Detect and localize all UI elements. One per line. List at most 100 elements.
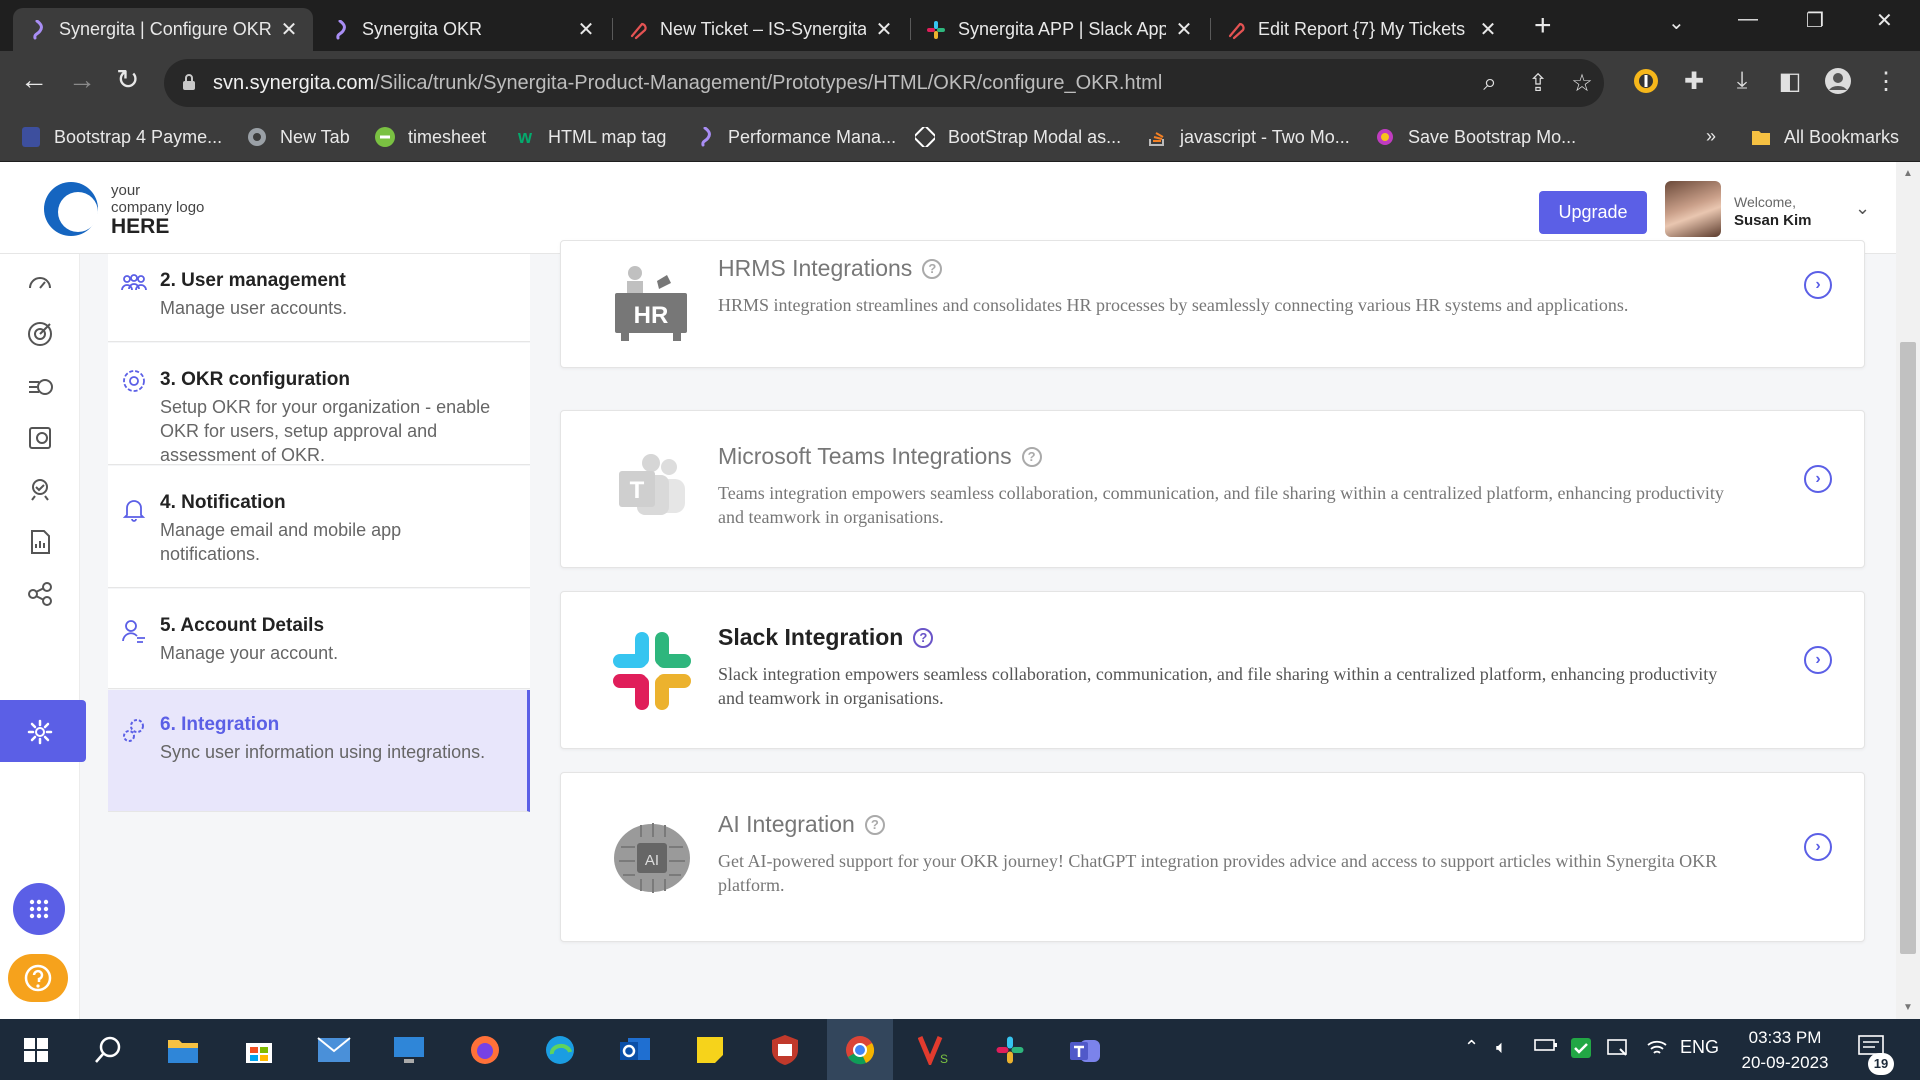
tab-search-icon[interactable]: ⌄ <box>1668 10 1685 35</box>
svg-text:S: S <box>940 1052 948 1065</box>
scroll-down-icon[interactable]: ▼ <box>1903 1002 1913 1013</box>
reports-icon[interactable] <box>24 526 56 558</box>
goals-icon[interactable] <box>24 422 56 454</box>
browser-tab[interactable]: New Ticket – IS-Synergita ✕ <box>614 8 908 51</box>
browser-tab[interactable]: Synergita APP | Slack App ✕ <box>912 8 1208 51</box>
microsoft-store-icon[interactable] <box>239 1030 279 1070</box>
search-icon[interactable] <box>88 1030 128 1070</box>
bookmark-item[interactable]: Bootstrap 4 Payme... <box>20 126 222 148</box>
alignment-icon[interactable] <box>24 578 56 610</box>
hrms-logo-text: HR <box>634 302 669 329</box>
integration-title: Microsoft Teams Integrations? <box>718 443 1042 470</box>
remote-desktop-icon[interactable] <box>389 1030 429 1070</box>
bookmark-item[interactable]: Save Bootstrap Mo... <box>1374 126 1576 148</box>
bookmark-item[interactable]: timesheet <box>374 126 486 148</box>
bookmark-item[interactable]: w HTML map tag <box>514 126 666 148</box>
help-button[interactable] <box>8 954 68 1002</box>
settings-icon[interactable] <box>24 716 56 748</box>
outlook-icon[interactable] <box>615 1030 655 1070</box>
system-clock[interactable]: 03:33 PM 20-09-2023 <box>1730 1025 1840 1075</box>
chevron-down-icon[interactable]: ⌄ <box>1855 198 1870 219</box>
scrollbar-thumb[interactable] <box>1900 342 1916 954</box>
menu-item-account-details[interactable]: 5. Account Details Manage your account. <box>108 589 530 689</box>
menu-item-okr-configuration[interactable]: 3. OKR configuration Setup OKR for your … <box>108 343 530 465</box>
slack-icon[interactable] <box>990 1030 1030 1070</box>
all-bookmarks[interactable]: All Bookmarks <box>1750 126 1899 148</box>
bookmark-item[interactable]: javascript - Two Mo... <box>1146 126 1350 148</box>
battery-icon[interactable] <box>1534 1037 1558 1058</box>
extension-icon[interactable] <box>1632 67 1660 95</box>
windows-start-icon[interactable] <box>16 1030 56 1070</box>
bookmark-item[interactable]: New Tab <box>246 126 350 148</box>
performance-icon[interactable] <box>24 370 56 402</box>
bookmark-star-icon[interactable]: ☆ <box>1568 69 1596 97</box>
download-icon[interactable]: ⤓ <box>1728 67 1756 95</box>
browser-tab[interactable]: Synergita | Configure OKR ✕ <box>13 8 313 51</box>
menu-item-user-management[interactable]: 2. User management Manage user accounts. <box>108 254 530 342</box>
new-tab-button[interactable]: + <box>1534 11 1552 41</box>
chevron-right-icon[interactable]: › <box>1804 271 1832 299</box>
close-icon[interactable]: ✕ <box>874 17 894 42</box>
help-question-icon[interactable]: ? <box>1021 446 1042 467</box>
close-icon[interactable]: ✕ <box>1174 17 1194 42</box>
chevron-up-icon[interactable]: ⌃ <box>1464 1037 1479 1058</box>
synergita-favicon-icon <box>694 126 716 148</box>
check-shield-icon[interactable] <box>1570 1037 1592 1064</box>
file-explorer-icon[interactable] <box>163 1030 203 1070</box>
help-question-icon[interactable]: ? <box>922 258 943 279</box>
help-question-icon[interactable]: ? <box>913 627 934 648</box>
dashboard-icon[interactable] <box>24 266 56 298</box>
browser-tab[interactable]: Edit Report {7} My Tickets ✕ <box>1212 8 1512 51</box>
page-scrollbar[interactable]: ▲ ▼ <box>1896 162 1920 1019</box>
integration-desc: Get AI-powered support for your OKR jour… <box>718 851 1718 895</box>
restore-button[interactable]: ❐ <box>1806 8 1824 33</box>
mail-icon[interactable] <box>314 1030 354 1070</box>
upgrade-button[interactable]: Upgrade <box>1539 191 1647 234</box>
close-icon[interactable]: ✕ <box>279 17 299 42</box>
more-bookmarks-icon[interactable]: » <box>1706 126 1716 147</box>
recognition-icon[interactable] <box>24 474 56 506</box>
close-icon[interactable]: ✕ <box>1478 17 1498 42</box>
sticky-notes-icon[interactable] <box>690 1030 730 1070</box>
ai-logo-text: AI <box>645 852 659 869</box>
company-logo-text: your company logo <box>111 182 205 216</box>
chrome-icon[interactable] <box>840 1030 880 1070</box>
edge-icon[interactable] <box>540 1030 580 1070</box>
zoom-icon[interactable]: ⌕ <box>1476 69 1504 97</box>
security-icon[interactable] <box>765 1030 805 1070</box>
profile-icon[interactable] <box>1824 67 1852 95</box>
reload-button[interactable]: ↻ <box>116 65 139 95</box>
address-bar[interactable]: svn.synergita.com/Silica/trunk/Synergita… <box>164 59 1604 107</box>
browser-tab[interactable]: Synergita OKR ✕ <box>316 8 610 51</box>
scroll-up-icon[interactable]: ▲ <box>1903 168 1913 179</box>
device-icon[interactable] <box>1606 1037 1630 1064</box>
help-question-icon[interactable]: ? <box>864 814 885 835</box>
puzzle-icon[interactable]: ✚ <box>1680 67 1708 95</box>
firefox-icon[interactable] <box>465 1030 505 1070</box>
side-panel-icon[interactable]: ◧ <box>1776 67 1804 95</box>
volume-icon[interactable]: 🔈︎ <box>1496 1037 1507 1058</box>
minimize-button[interactable]: — <box>1738 8 1758 31</box>
menu-item-integration[interactable]: 6. Integration Sync user information usi… <box>108 690 530 812</box>
language-indicator[interactable]: ENG <box>1680 1037 1719 1058</box>
share-icon[interactable]: ⇪ <box>1524 69 1552 97</box>
avatar[interactable] <box>1665 181 1721 237</box>
menu-item-notification[interactable]: 4. Notification Manage email and mobile … <box>108 466 530 588</box>
chevron-right-icon[interactable]: › <box>1804 833 1832 861</box>
apps-grid-button[interactable] <box>13 883 65 935</box>
target-icon[interactable] <box>24 318 56 350</box>
chevron-right-icon[interactable]: › <box>1804 646 1832 674</box>
vs-app-icon[interactable]: S <box>914 1030 954 1070</box>
wifi-icon[interactable] <box>1646 1037 1668 1062</box>
integration-title: AI Integration? <box>718 811 885 838</box>
chevron-right-icon[interactable]: › <box>1804 465 1832 493</box>
integration-desc: Slack integration empowers seamless coll… <box>718 664 1718 708</box>
close-icon[interactable]: ✕ <box>576 17 596 42</box>
bookmark-item[interactable]: BootStrap Modal as... <box>914 126 1121 148</box>
forward-button[interactable]: → <box>68 65 96 95</box>
menu-dots-icon[interactable]: ⋮ <box>1872 67 1900 95</box>
teams-icon[interactable] <box>1065 1030 1105 1070</box>
close-window-button[interactable]: ✕ <box>1876 8 1893 33</box>
back-button[interactable]: ← <box>20 65 48 95</box>
bookmark-item[interactable]: Performance Mana... <box>694 126 896 148</box>
